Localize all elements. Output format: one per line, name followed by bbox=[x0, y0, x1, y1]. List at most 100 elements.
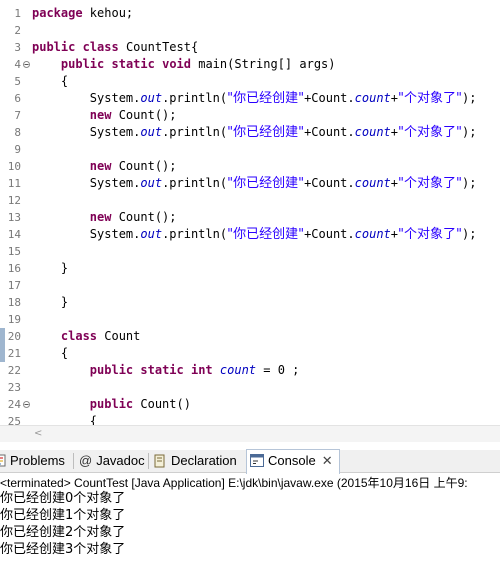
field-token: out bbox=[140, 227, 163, 241]
code-token: .println( bbox=[162, 125, 228, 139]
string-token: "个对象了" bbox=[398, 91, 462, 106]
field-token: count bbox=[354, 176, 391, 190]
line-number: 21 bbox=[7, 347, 21, 360]
code-token: + bbox=[390, 227, 398, 241]
code-line[interactable]: 7 new Count(); bbox=[0, 107, 500, 124]
line-number: 18 bbox=[7, 296, 21, 309]
fold-toggle-icon[interactable] bbox=[23, 401, 30, 408]
code-text: public static int count = 0 ; bbox=[32, 362, 300, 379]
code-line[interactable]: 11 System.out.println("你已经创建"+Count.coun… bbox=[0, 175, 500, 192]
code-line[interactable]: 16 } bbox=[0, 260, 500, 277]
string-token: "你已经创建" bbox=[227, 227, 305, 242]
code-token: Count bbox=[97, 329, 141, 343]
string-token: "个对象了" bbox=[398, 227, 462, 242]
tab-problems-label: Problems bbox=[10, 453, 65, 468]
code-line[interactable]: 13 new Count(); bbox=[0, 209, 500, 226]
code-token: .println( bbox=[162, 91, 228, 105]
code-line[interactable]: 20 class Count bbox=[0, 328, 500, 345]
fold-toggle-icon[interactable] bbox=[23, 61, 30, 68]
code-line[interactable]: 22 public static int count = 0 ; bbox=[0, 362, 500, 379]
code-line[interactable]: 6 System.out.println("你已经创建"+Count.count… bbox=[0, 90, 500, 107]
code-line[interactable]: 1 package kehou; bbox=[0, 5, 500, 22]
close-icon[interactable]: ✕ bbox=[322, 450, 333, 472]
code-line[interactable]: 25 { bbox=[0, 413, 500, 425]
keyword-token: package bbox=[32, 6, 83, 20]
tab-javadoc-label: Javadoc bbox=[96, 453, 145, 468]
code-token: ); bbox=[461, 227, 477, 241]
line-number: 22 bbox=[7, 364, 21, 377]
code-token: } bbox=[32, 295, 69, 309]
keyword-token: int bbox=[190, 363, 213, 377]
console-output-line: 你已经创建0个对象了 bbox=[0, 491, 126, 506]
tab-divider bbox=[148, 453, 149, 469]
code-line[interactable]: 4 public static void main(String[] args) bbox=[0, 56, 500, 73]
code-line[interactable]: 5 { bbox=[0, 73, 500, 90]
keyword-token: new bbox=[89, 108, 112, 122]
code-text: public static void main(String[] args) bbox=[32, 56, 336, 73]
string-token: "你已经创建" bbox=[227, 176, 305, 191]
code-line[interactable]: 12 bbox=[0, 192, 500, 209]
code-line[interactable]: 19 bbox=[0, 311, 500, 328]
string-token: "个对象了" bbox=[398, 176, 462, 191]
code-token: + bbox=[390, 91, 398, 105]
horizontal-scrollbar[interactable]: < bbox=[0, 425, 500, 442]
field-token: count bbox=[354, 91, 391, 105]
code-line[interactable]: 24 public Count() bbox=[0, 396, 500, 413]
code-token: Count() bbox=[133, 397, 191, 411]
tab-problems[interactable]: Problems bbox=[0, 450, 65, 472]
code-line[interactable]: 14 System.out.println("你已经创建"+Count.coun… bbox=[0, 226, 500, 243]
keyword-token: static bbox=[140, 363, 184, 377]
code-line[interactable]: 15 bbox=[0, 243, 500, 260]
code-token: { bbox=[32, 74, 69, 88]
field-token: count bbox=[354, 227, 391, 241]
view-tabs: Problems @ Javadoc Declaration Console ✕ bbox=[0, 449, 500, 474]
code-token: + bbox=[390, 125, 398, 139]
code-text: System.out.println("你已经创建"+Count.count+"… bbox=[32, 226, 477, 243]
code-line[interactable]: 8 System.out.println("你已经创建"+Count.count… bbox=[0, 124, 500, 141]
code-line[interactable]: 2 bbox=[0, 22, 500, 39]
line-number: 13 bbox=[7, 211, 21, 224]
keyword-token: public bbox=[32, 40, 76, 54]
code-token: = 0 ; bbox=[256, 363, 300, 377]
line-number: 7 bbox=[14, 109, 21, 122]
code-line[interactable]: 10 new Count(); bbox=[0, 158, 500, 175]
code-token: CountTest{ bbox=[118, 40, 199, 54]
tab-console[interactable]: Console ✕ bbox=[246, 449, 340, 474]
scroll-left-icon[interactable]: < bbox=[34, 426, 42, 442]
code-token: main(String[] args) bbox=[191, 57, 336, 71]
code-line[interactable]: 9 bbox=[0, 141, 500, 158]
console-icon bbox=[250, 454, 264, 468]
code-line[interactable]: 23 bbox=[0, 379, 500, 396]
code-text: new Count(); bbox=[32, 209, 177, 226]
code-line[interactable]: 17 bbox=[0, 277, 500, 294]
code-text: } bbox=[32, 260, 68, 277]
code-text: package kehou; bbox=[32, 5, 133, 22]
code-token: System. bbox=[32, 227, 141, 241]
keyword-token: void bbox=[162, 57, 191, 71]
keyword-token: new bbox=[89, 159, 112, 173]
line-number: 8 bbox=[14, 126, 21, 139]
line-number: 6 bbox=[14, 92, 21, 105]
code-editor[interactable]: 1 package kehou; 2 3 public class CountTest{… bbox=[0, 0, 500, 425]
line-number: 19 bbox=[7, 313, 21, 326]
code-token: ); bbox=[461, 176, 477, 190]
tab-declaration[interactable]: Declaration bbox=[153, 450, 237, 472]
code-line[interactable]: 3 public class CountTest{ bbox=[0, 39, 500, 56]
keyword-token: public bbox=[60, 57, 105, 71]
code-line[interactable]: 18 } bbox=[0, 294, 500, 311]
code-token: .println( bbox=[162, 227, 228, 241]
code-token: Count(); bbox=[111, 108, 177, 122]
field-token: count bbox=[354, 125, 391, 139]
line-number: 24 bbox=[7, 398, 21, 411]
line-number: 16 bbox=[7, 262, 21, 275]
tab-javadoc[interactable]: @ Javadoc bbox=[79, 450, 145, 472]
line-number: 3 bbox=[14, 41, 21, 54]
code-token: +Count. bbox=[304, 227, 355, 241]
code-line[interactable]: 21 { bbox=[0, 345, 500, 362]
code-token: { bbox=[32, 414, 98, 425]
field-token: out bbox=[140, 176, 163, 190]
